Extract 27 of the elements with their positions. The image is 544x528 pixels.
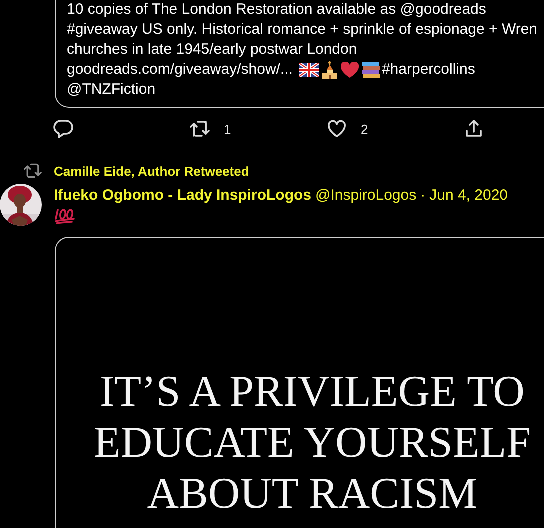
books-icon (362, 62, 380, 78)
retweet-label[interactable]: Camille Eide, Author Retweeted (54, 164, 250, 178)
retweet-icon (190, 119, 210, 139)
hashtag-link[interactable]: #harpercollins (382, 60, 476, 80)
church-icon (322, 61, 338, 79)
count: 1 (224, 122, 232, 136)
flag-icon (298, 63, 319, 77)
image-text: IT’S A PRIVILEGE TO (99, 366, 526, 417)
reply-icon (53, 119, 73, 139)
share-icon (464, 119, 484, 139)
share-button[interactable] (464, 119, 484, 139)
hundred-points-icon (55, 208, 75, 224)
image-text: ABOUT RACISM (146, 468, 479, 519)
retweet-icon (24, 162, 42, 180)
heart-icon (340, 62, 359, 78)
heart-icon (327, 119, 347, 139)
tweet-date[interactable]: Jun 4, 2020 (430, 187, 508, 204)
mention-link[interactable]: @TNZFiction (67, 80, 156, 100)
author-name[interactable]: Ifueko Ogbomo - Lady InspiroLogos (54, 187, 312, 204)
image-text: EDUCATE YOURSELF (92, 417, 532, 468)
reply-button[interactable] (53, 119, 73, 139)
link[interactable]: goodreads.com/giveaway/show/... (67, 60, 293, 80)
retweet-button[interactable] (190, 119, 210, 139)
heart-button[interactable] (327, 119, 347, 139)
separator: · (420, 187, 426, 204)
author-handle[interactable]: @InspiroLogos (316, 187, 417, 204)
count: 2 (361, 122, 368, 136)
